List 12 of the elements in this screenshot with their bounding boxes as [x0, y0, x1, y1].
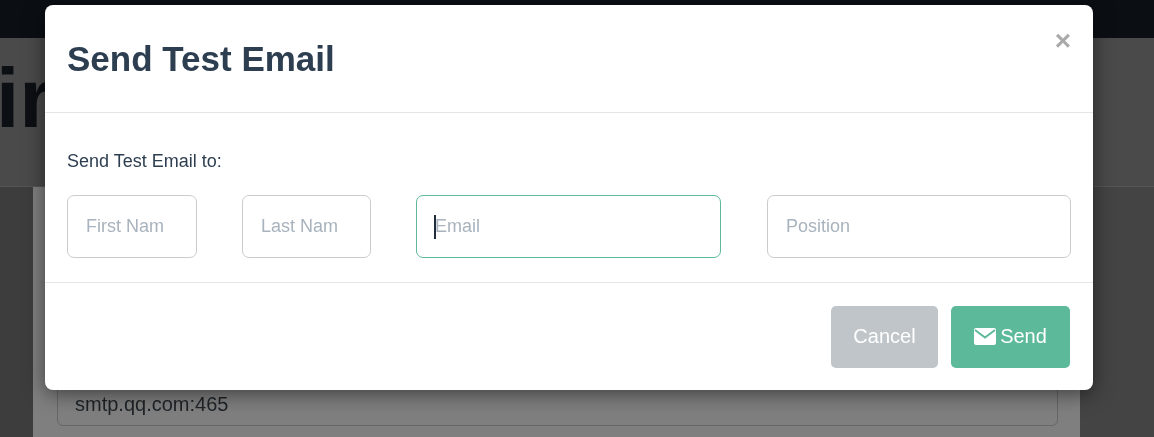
- cancel-button[interactable]: Cancel: [831, 305, 938, 368]
- modal-title: Send Test Email: [67, 38, 335, 79]
- text-cursor: [434, 215, 436, 239]
- input-field[interactable]: Email: [416, 195, 721, 258]
- page-heading: ir: [0, 56, 53, 140]
- field-label: Send Test Email to:: [67, 151, 223, 172]
- close-button[interactable]: ×: [1054, 25, 1071, 57]
- envelope-icon: [974, 328, 997, 345]
- input-field[interactable]: Last Nam: [242, 195, 371, 258]
- input-field[interactable]: Position: [767, 195, 1071, 258]
- send-button[interactable]: Send: [951, 305, 1070, 368]
- input-field[interactable]: First Nam: [67, 195, 197, 258]
